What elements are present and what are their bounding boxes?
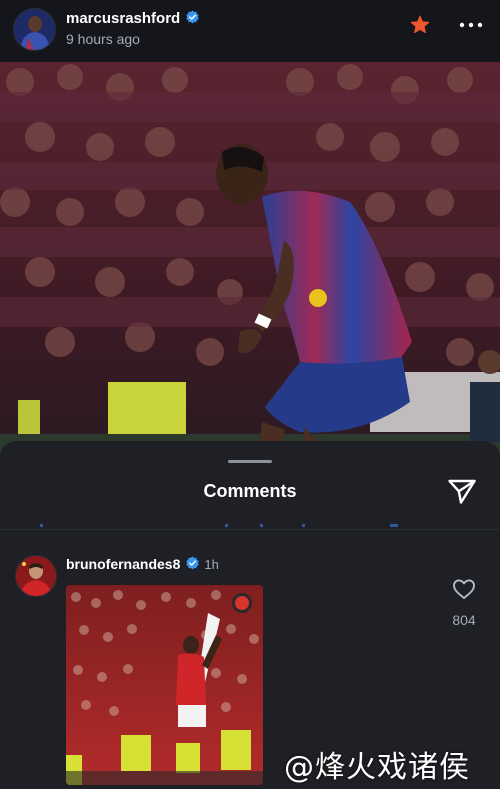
post-photo[interactable]	[0, 62, 500, 457]
author-avatar[interactable]	[13, 8, 56, 51]
sheet-grabber[interactable]	[228, 460, 272, 463]
comment-gif[interactable]	[66, 585, 263, 785]
commenter-username-text[interactable]: brunofernandes8	[66, 556, 180, 572]
commenter-avatar[interactable]	[15, 555, 57, 597]
comments-title: Comments	[203, 481, 297, 501]
verified-badge-icon	[186, 10, 199, 24]
like-count: 804	[452, 612, 476, 628]
more-horizontal-icon[interactable]	[458, 16, 484, 34]
post-time: 9 hours ago	[66, 31, 140, 47]
heart-icon[interactable]	[452, 578, 476, 600]
scroll-peek-indicator	[40, 524, 398, 527]
commenter-username[interactable]: brunofernandes8 1h	[66, 556, 219, 572]
comment-time: 1h	[204, 557, 219, 572]
author-username-text[interactable]: marcusrashford	[66, 10, 180, 27]
comments-sheet: Comments brunofernandes8 1h 804	[0, 441, 500, 789]
star-icon[interactable]	[409, 14, 431, 36]
author-username[interactable]: marcusrashford	[66, 10, 200, 27]
post-header: marcusrashford 9 hours ago	[0, 0, 500, 62]
watermark-text: @烽火戏诸侯	[284, 750, 470, 785]
send-icon[interactable]	[447, 477, 477, 505]
verified-badge-icon	[186, 556, 200, 570]
sheet-divider	[0, 529, 500, 530]
